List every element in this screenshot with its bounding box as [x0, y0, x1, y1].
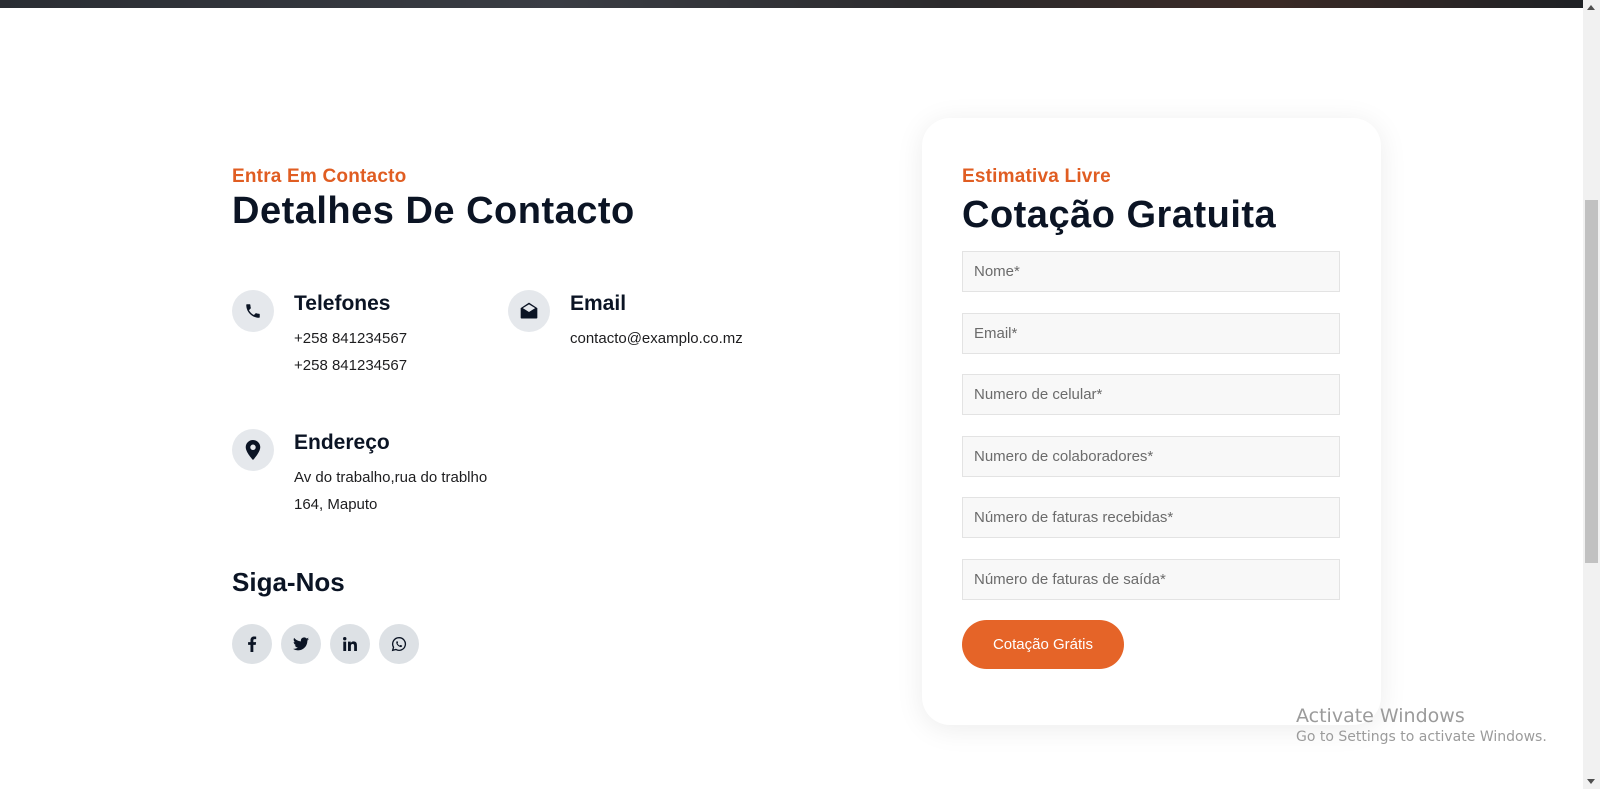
- employees-field[interactable]: [962, 436, 1340, 477]
- phone-field[interactable]: [962, 374, 1340, 415]
- scrollbar-thumb[interactable]: [1585, 200, 1598, 563]
- map-pin-icon: [232, 429, 274, 471]
- phone-line-2: +258 841234567: [294, 357, 408, 374]
- contact-eyebrow: Entra Em Contacto: [232, 166, 407, 187]
- contact-details-header: Entra Em Contacto Detalhes De Contacto: [232, 166, 635, 233]
- watermark-subtitle: Go to Settings to activate Windows.: [1296, 729, 1547, 745]
- quote-card: Estimativa Livre Cotação Gratuita Cotaçã…: [922, 118, 1381, 725]
- hero-image-bottom-edge: [0, 0, 1583, 8]
- whatsapp-icon[interactable]: [379, 624, 419, 664]
- name-field[interactable]: [962, 251, 1340, 292]
- scroll-up-icon[interactable]: [1587, 5, 1595, 10]
- contact-heading: Detalhes De Contacto: [232, 190, 635, 232]
- follow-us-title: Siga-Nos: [232, 567, 345, 597]
- vertical-scrollbar[interactable]: [1583, 0, 1600, 789]
- envelope-open-icon: [508, 290, 550, 332]
- email-address[interactable]: contacto@examplo.co.mz: [570, 330, 743, 347]
- email-title: Email: [570, 292, 627, 315]
- phones-block: Telefones +258 841234567 +258 841234567: [232, 290, 472, 380]
- scroll-down-icon[interactable]: [1587, 779, 1595, 784]
- address-block: Endereço Av do trabalho,rua do trablho 1…: [232, 429, 512, 519]
- social-links: [232, 624, 419, 664]
- phones-title: Telefones: [294, 292, 391, 315]
- email-field[interactable]: [962, 313, 1340, 354]
- twitter-icon[interactable]: [281, 624, 321, 664]
- quote-eyebrow: Estimativa Livre: [962, 166, 1111, 187]
- phone-line-1: +258 841234567: [294, 330, 408, 347]
- invoices-issued-field[interactable]: [962, 559, 1340, 600]
- email-block: Email contacto@examplo.co.mz: [508, 290, 768, 360]
- quote-heading: Cotação Gratuita: [962, 194, 1277, 236]
- windows-activation-watermark: Activate Windows Go to Settings to activ…: [1296, 705, 1547, 745]
- linkedin-icon[interactable]: [330, 624, 370, 664]
- submit-quote-button[interactable]: Cotação Grátis: [962, 620, 1124, 669]
- phone-icon: [232, 290, 274, 332]
- address-title: Endereço: [294, 431, 390, 454]
- invoices-received-field[interactable]: [962, 497, 1340, 538]
- facebook-icon[interactable]: [232, 624, 272, 664]
- address-line-2: 164, Maputo: [294, 496, 378, 513]
- watermark-title: Activate Windows: [1296, 705, 1465, 727]
- address-line-1: Av do trabalho,rua do trablho: [294, 469, 488, 486]
